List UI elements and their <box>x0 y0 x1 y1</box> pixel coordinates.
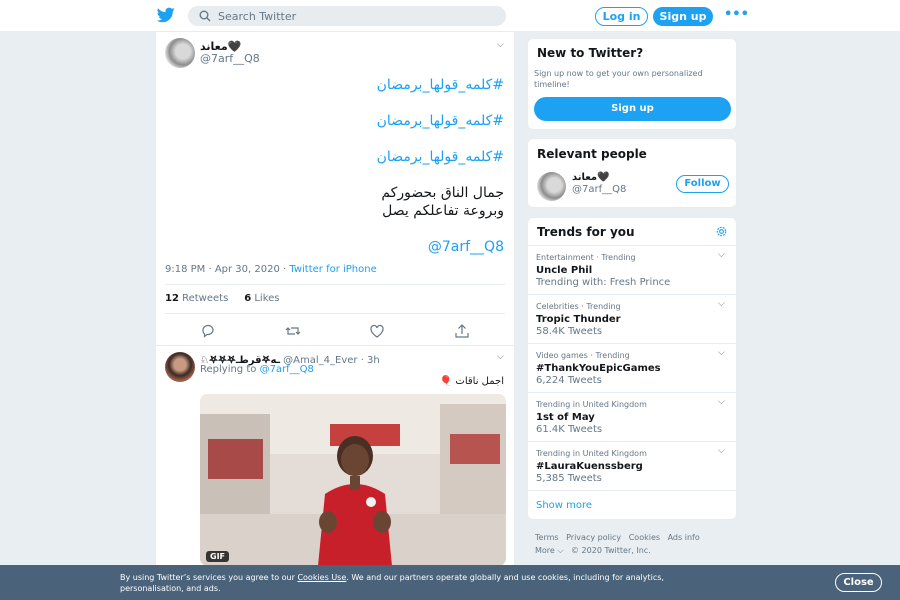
person-name[interactable]: معاند🖤 <box>572 172 610 183</box>
likes-label: Likes <box>254 293 280 304</box>
signup-button[interactable]: Sign up <box>653 7 713 26</box>
footer: Terms Privacy policy Cookies Ads info Mo… <box>535 531 735 557</box>
retweets-stat[interactable]: 12 Retweets <box>165 293 228 304</box>
footer-link-cookies[interactable]: Cookies <box>629 533 660 542</box>
trend-item[interactable]: Video games · Trending #ThankYouEpicGame… <box>528 343 736 392</box>
retweets-count: 12 <box>165 293 179 304</box>
signup-button[interactable]: Sign up <box>534 97 731 121</box>
trend-category: Entertainment · Trending <box>536 253 636 262</box>
footer-copyright: © 2020 Twitter, Inc. <box>571 546 651 555</box>
chevron-down-icon[interactable]: ⌵ <box>497 40 504 50</box>
divider <box>165 313 505 314</box>
tweet-stats: 12 Retweets 6 Likes <box>165 293 280 304</box>
chevron-down-icon[interactable]: ⌵ <box>718 250 725 260</box>
replying-to: Replying to @7arf__Q8 <box>200 364 314 375</box>
trend-name: #ThankYouEpicGames <box>536 363 661 374</box>
footer-more-link[interactable]: More ⌵ <box>535 546 563 555</box>
trend-detail: Trending with: Fresh Prince <box>536 277 671 288</box>
tweet-line: جمال الناق بحضوركم <box>381 185 504 201</box>
cookies-use-link[interactable]: Cookies Use <box>297 573 346 582</box>
replying-prefix: Replying to <box>200 364 260 375</box>
gif-preview-image <box>200 394 506 566</box>
trend-category: Trending in United Kingdom <box>536 449 647 458</box>
trend-name: Tropic Thunder <box>536 314 621 325</box>
trend-detail: 6,224 Tweets <box>536 375 602 386</box>
card-title: Trends for you <box>537 225 635 239</box>
footer-link-terms[interactable]: Terms <box>535 533 559 542</box>
author-handle[interactable]: @7arf__Q8 <box>200 52 260 65</box>
trend-category: Trending in United Kingdom <box>536 400 647 409</box>
chevron-down-icon[interactable]: ⌵ <box>718 348 725 358</box>
trend-name: #LauraKuenssberg <box>536 461 643 472</box>
likes-stat[interactable]: 6 Likes <box>244 293 279 304</box>
cookie-text: By using Twitter’s services you agree to… <box>120 572 720 594</box>
timeline-column: معاند🖤 @7arf__Q8 ⌵ #كلمه_قولها_برمضان #ك… <box>155 32 515 600</box>
footer-second-row: More ⌵ © 2020 Twitter, Inc. <box>535 544 735 557</box>
new-to-twitter-card: New to Twitter? Sign up now to get your … <box>527 38 737 130</box>
share-icon[interactable] <box>454 323 470 339</box>
trend-category: Celebrities · Trending <box>536 302 621 311</box>
avatar[interactable] <box>537 172 566 201</box>
show-more-link[interactable]: Show more <box>536 500 592 511</box>
search-input[interactable] <box>218 8 488 24</box>
card-title: Relevant people <box>537 147 647 161</box>
footer-links-row: Terms Privacy policy Cookies Ads info <box>535 531 735 544</box>
gif-media[interactable]: GIF <box>200 394 506 566</box>
trend-item[interactable]: Celebrities · Trending Tropic Thunder 58… <box>528 294 736 343</box>
divider <box>165 284 505 285</box>
replying-to-link[interactable]: @7arf__Q8 <box>260 364 314 375</box>
retweets-label: Retweets <box>182 293 229 304</box>
tweet-timestamp[interactable]: 9:18 PM · Apr 30, 2020 · <box>165 264 289 275</box>
close-button[interactable]: Close <box>835 573 882 592</box>
gear-icon[interactable] <box>715 225 728 238</box>
footer-link-privacy[interactable]: Privacy policy <box>566 533 621 542</box>
mention-link[interactable]: @7arf__Q8 <box>428 239 504 255</box>
trend-item[interactable]: Trending in United Kingdom #LauraKuenssb… <box>528 441 736 490</box>
card-title: New to Twitter? <box>537 46 644 60</box>
trend-detail: 58.4K Tweets <box>536 326 603 337</box>
tweet-separator <box>156 345 514 346</box>
top-navigation-bar: Log in Sign up ••• <box>0 0 900 32</box>
tweet-actions <box>156 323 514 339</box>
reply-icon[interactable] <box>200 323 216 339</box>
cookie-consent-bar: By using Twitter’s services you agree to… <box>0 565 900 600</box>
trend-detail: 5,385 Tweets <box>536 473 602 484</box>
like-heart-icon[interactable] <box>369 323 385 339</box>
more-options-icon[interactable]: ••• <box>724 8 749 21</box>
chevron-down-icon[interactable]: ⌵ <box>718 397 725 407</box>
avatar[interactable] <box>165 38 195 68</box>
hashtag-link[interactable]: #كلمه_قولها_برمضان <box>377 77 504 93</box>
trend-name: 1st of May <box>536 412 595 423</box>
follow-button[interactable]: Follow <box>676 175 729 193</box>
cookie-text-before: By using Twitter’s services you agree to… <box>120 573 298 582</box>
trend-detail: 61.4K Tweets <box>536 424 603 435</box>
footer-link-ads-info[interactable]: Ads info <box>668 533 700 542</box>
trend-item[interactable]: Trending in United Kingdom 1st of May 61… <box>528 392 736 441</box>
trend-item[interactable]: Entertainment · Trending Uncle Phil Tren… <box>528 245 736 294</box>
tweet-meta: 9:18 PM · Apr 30, 2020 · Twitter for iPh… <box>165 264 377 275</box>
likes-count: 6 <box>244 293 252 304</box>
search-box[interactable] <box>188 6 506 26</box>
trend-category: Video games · Trending <box>536 351 630 360</box>
avatar[interactable] <box>165 352 195 382</box>
hashtag-link[interactable]: #كلمه_قولها_برمضان <box>377 149 504 165</box>
search-icon <box>199 10 211 22</box>
tweet-line: وبروعة تفاعلكم يصل <box>382 203 504 219</box>
tweet-source-link[interactable]: Twitter for iPhone <box>289 264 376 275</box>
retweet-icon[interactable] <box>285 323 301 339</box>
hashtag-link[interactable]: #كلمه_قولها_برمضان <box>377 113 504 129</box>
reply-text: اجمل ناقات 🎈 <box>439 376 504 387</box>
trends-card: Trends for you Entertainment · Trending … <box>527 217 737 520</box>
card-description: Sign up now to get your own personalized… <box>534 69 703 89</box>
chevron-down-icon[interactable]: ⌵ <box>718 299 725 309</box>
chevron-down-icon[interactable]: ⌵ <box>497 352 504 362</box>
trend-name: Uncle Phil <box>536 265 593 276</box>
login-button[interactable]: Log in <box>595 7 648 26</box>
twitter-bird-icon[interactable] <box>157 7 175 23</box>
person-handle[interactable]: @7arf__Q8 <box>572 184 626 195</box>
relevant-people-card: Relevant people معاند🖤 @7arf__Q8 Follow <box>527 138 737 208</box>
gif-badge: GIF <box>206 551 230 562</box>
chevron-down-icon[interactable]: ⌵ <box>718 446 725 456</box>
